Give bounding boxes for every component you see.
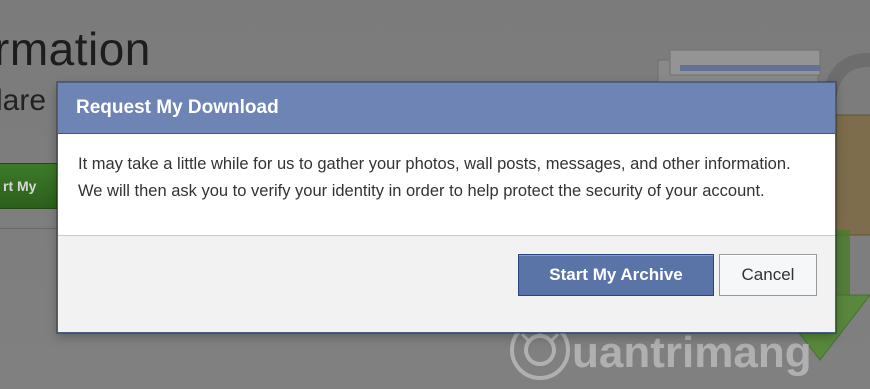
background-heading: rmation (0, 23, 151, 75)
background-start-archive-button: rt My (0, 163, 63, 209)
background-subheading: lare (0, 84, 47, 117)
dialog-message: It may take a little while for us to gat… (58, 134, 835, 236)
dialog-footer: Start My Archive Cancel (58, 236, 835, 332)
cancel-button[interactable]: Cancel (719, 254, 817, 296)
background-divider (0, 228, 60, 229)
request-download-dialog: Request My Download It may take a little… (57, 82, 836, 333)
start-my-archive-button[interactable]: Start My Archive (518, 254, 714, 296)
dialog-title: Request My Download (58, 83, 835, 134)
watermark-text: uantrimang (572, 328, 812, 377)
